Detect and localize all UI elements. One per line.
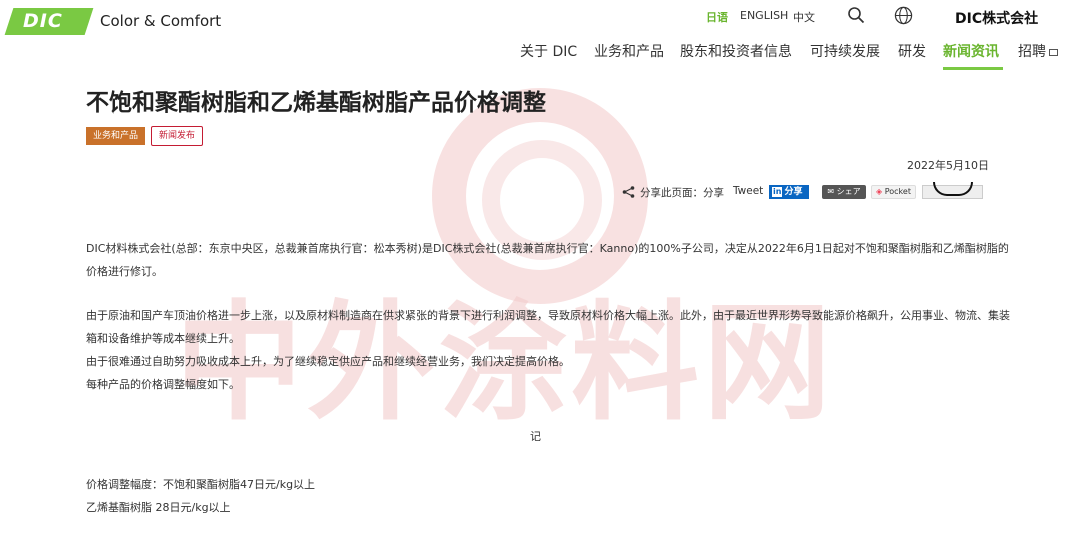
body-paragraph: 由于原油和国产车顶油价格进一步上涨，以及原材料制造商在供求紧张的背景下进行利润调… <box>86 309 1010 322</box>
nav-about[interactable]: 关于 DIC <box>520 41 577 61</box>
search-icon[interactable] <box>847 6 865 24</box>
nav-business[interactable]: 业务和产品 <box>594 41 664 61</box>
body-paragraph: 价格进行修订。 <box>86 265 163 278</box>
body-paragraph: DIC材料株式会社(总部：东京中央区，总裁兼首席执行官：松本秀树)是DIC株式会… <box>86 242 1009 255</box>
active-nav-underline <box>943 67 1003 70</box>
share-icon <box>622 186 635 198</box>
tweet-button[interactable]: Tweet <box>733 185 763 197</box>
widget-arc-icon <box>933 182 973 196</box>
lang-chinese[interactable]: 中文 <box>793 9 815 25</box>
tag-news-release[interactable]: 新闻发布 <box>151 126 203 146</box>
price-line: 乙烯基酯树脂 28日元/kg以上 <box>86 501 231 514</box>
nav-careers-label: 招聘 <box>1018 44 1046 60</box>
share-label: 分享此页面： <box>640 187 703 199</box>
body-paragraph: 由于很难通过自助努力吸收成本上升，为了继续稳定供应产品和继续经营业务，我们决定提… <box>86 355 570 368</box>
body-paragraph: 每种产品的价格调整幅度如下。 <box>86 378 240 391</box>
pocket-button[interactable]: ◈ Pocket <box>871 185 916 199</box>
price-line: 价格调整幅度：不饱和聚酯树脂47日元/kg以上 <box>86 478 316 491</box>
nav-investors[interactable]: 股东和投资者信息 <box>680 41 792 61</box>
pocket-label: Pocket <box>884 187 911 196</box>
globe-icon[interactable] <box>894 6 913 25</box>
nav-news[interactable]: 新闻资讯 <box>943 41 999 61</box>
linkedin-icon: in <box>772 187 783 197</box>
facebook-share-button[interactable]: 分享 <box>703 185 724 200</box>
extra-share-widget[interactable] <box>922 182 983 199</box>
brand-tagline: Color & Comfort <box>100 12 222 30</box>
corporate-name[interactable]: DIC株式会社 <box>955 8 1038 28</box>
nav-careers[interactable]: 招聘 <box>1018 41 1058 61</box>
nav-rd[interactable]: 研发 <box>898 41 926 61</box>
external-link-icon <box>1049 48 1058 56</box>
lang-japanese[interactable]: 日语 <box>706 9 728 25</box>
publish-date: 2022年5月10日 <box>907 159 989 172</box>
body-paragraph: 箱和设备维护等成本继续上升。 <box>86 332 240 345</box>
lang-english[interactable]: ENGLISH <box>740 9 788 22</box>
page-title: 不饱和聚酯树脂和乙烯基酯树脂产品价格调整 <box>86 90 546 116</box>
tag-business[interactable]: 业务和产品 <box>86 127 145 145</box>
linkedin-share-button[interactable]: in 分享 <box>769 185 809 199</box>
hatena-share-button[interactable]: ✉ シェア <box>822 185 866 199</box>
nav-sustainability[interactable]: 可持续发展 <box>810 41 880 61</box>
center-mark: 记 <box>530 430 541 443</box>
hatena-label: シェア <box>836 187 861 196</box>
logo-text: DIC <box>23 10 63 32</box>
dic-logo[interactable]: DIC <box>4 8 94 35</box>
linkedin-label: 分享 <box>784 187 803 197</box>
pocket-icon: ◈ <box>876 187 883 196</box>
